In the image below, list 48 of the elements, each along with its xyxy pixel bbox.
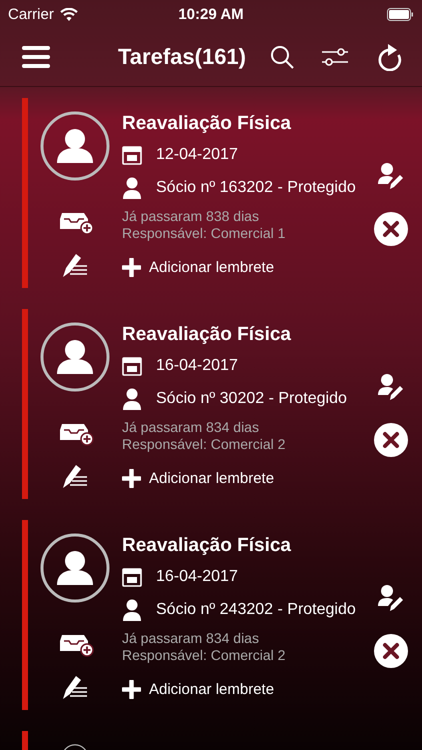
task-title: Reavaliação Física: [122, 535, 291, 557]
person-edit-icon[interactable]: [378, 373, 404, 401]
screen-title: Tarefas(161): [118, 44, 246, 70]
member-label: Sócio nº 243202 - Protegido: [156, 601, 356, 619]
remove-icon[interactable]: [374, 212, 408, 246]
calendar-icon: [122, 145, 142, 165]
responsible-label: Responsável: Comercial 2: [122, 647, 286, 664]
remove-icon[interactable]: [374, 634, 408, 668]
plus-icon: [122, 469, 141, 488]
elapsed-days: Já passaram 838 dias: [122, 208, 259, 225]
person-icon: [122, 388, 142, 410]
task-title: Reavaliação Física: [122, 113, 291, 135]
wifi-icon: [60, 8, 78, 20]
responsible-label: Responsável: Comercial 2: [122, 436, 286, 453]
responsible-label: Responsável: Comercial 1: [122, 225, 286, 242]
add-reminder-button[interactable]: Adicionar lembrete: [122, 469, 274, 488]
add-reminder-button[interactable]: Adicionar lembrete: [122, 680, 274, 699]
elapsed-days: Já passaram 834 dias: [122, 419, 259, 436]
calendar-icon: [122, 356, 142, 376]
person-icon: [122, 177, 142, 199]
remove-icon[interactable]: [374, 423, 408, 457]
carrier-label: Carrier: [8, 6, 54, 22]
plus-icon: [122, 258, 141, 277]
member-label: Sócio nº 30202 - Protegido: [156, 390, 347, 408]
person-edit-icon[interactable]: [378, 162, 404, 190]
avatar-icon: [40, 111, 110, 181]
filter-icon[interactable]: [322, 47, 348, 67]
pencil-lines-icon[interactable]: [62, 252, 88, 278]
menu-icon[interactable]: [22, 46, 50, 68]
calendar-icon: [122, 567, 142, 587]
avatar-icon: [40, 322, 110, 392]
task-title: Reavaliação Física: [122, 324, 291, 346]
battery-icon: [387, 8, 414, 20]
search-icon[interactable]: [270, 45, 294, 69]
refresh-icon[interactable]: [376, 43, 402, 71]
pencil-lines-icon[interactable]: [62, 674, 88, 700]
task-date: 12-04-2017: [156, 146, 238, 164]
member-label: Sócio nº 163202 - Protegido: [156, 179, 356, 197]
plus-icon: [122, 680, 141, 699]
person-edit-icon[interactable]: [378, 584, 404, 612]
elapsed-days: Já passaram 834 dias: [122, 630, 259, 647]
task-date: 16-04-2017: [156, 568, 238, 586]
person-icon: [122, 599, 142, 621]
pencil-lines-icon[interactable]: [62, 463, 88, 489]
add-reminder-button[interactable]: Adicionar lembrete: [122, 258, 274, 277]
status-time: 10:29 AM: [178, 6, 244, 22]
task-date: 16-04-2017: [156, 357, 238, 375]
avatar-icon: [40, 533, 110, 603]
